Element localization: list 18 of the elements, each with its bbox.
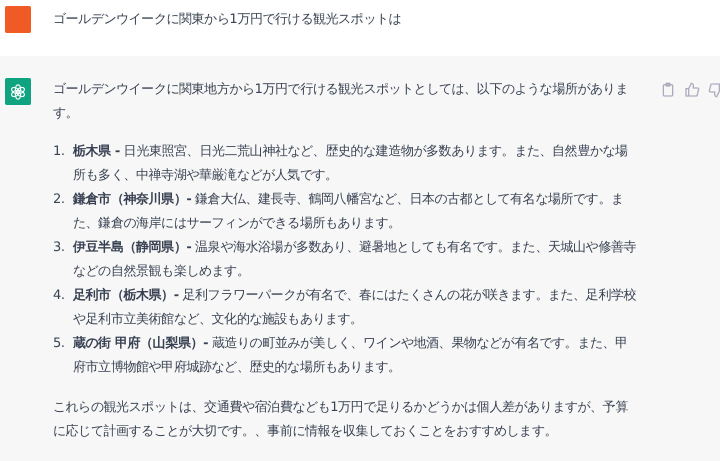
list-number: 3. bbox=[53, 239, 66, 257]
list-number: 5. bbox=[53, 335, 66, 353]
thumbs-down-icon[interactable] bbox=[708, 82, 720, 98]
user-avatar bbox=[5, 6, 31, 33]
list-item-text: 鎌倉市（神奈川県）- 鎌倉大仏、建長寺、鶴岡八幡宮など、日本の古都として有名な場所です。また、鎌倉の海岸にはサーフィンができる場所もあります。 bbox=[73, 190, 625, 233]
list-item-text: 蔵の街 甲府（山梨県）- 蔵造りの町並みが美しく、ワインや地酒、果物などが有名です。また、甲府市立博物館や甲府城跡など、歴史的な場所もあります。 bbox=[73, 334, 629, 377]
list-item-text: 伊豆半島（静岡県）- 温泉や海水浴場が多数あり、避暑地としても有名です。また、天城山や修善寺などの自然景観も楽しめます。 bbox=[73, 239, 638, 281]
list-item-text: 足利市（栃木県）- 足利フラワーパークが有名で、春にはたくさんの花が咲きます。また、足利学校や足利市立美術館など、文化的な施設もあります。 bbox=[73, 286, 638, 329]
knot-logo-icon bbox=[9, 82, 27, 100]
list-item-text: 栃木県 - 日光東照宮、日光二荒山神社など、歴史的な建造物が多数あります。また、自然豊かな場所も多く、中禅寺湖や華厳滝などが人気です。 bbox=[73, 143, 629, 185]
thumbs-up-icon[interactable] bbox=[684, 82, 700, 98]
list-number: 2. bbox=[53, 191, 66, 209]
intro-paragraph: ゴールデンウイークに関東地方から1万円で行ける観光スポットとしては、以下のような場所があります。 bbox=[53, 81, 629, 123]
list-number: 1. bbox=[53, 143, 66, 161]
list-number: 4. bbox=[53, 287, 66, 305]
user-message: ゴールデンウイークに関東から1万円で行ける観光スポットは bbox=[53, 11, 402, 29]
closing-paragraph: これらの観光スポットは、交通費や宿泊費なども1万円で足りるかどうかは個人差がありますが、予算に応じて計画することが大切です。、事前に情報を収集しておくことをおすすめします。 bbox=[53, 399, 629, 441]
clipboard-icon[interactable] bbox=[660, 82, 676, 98]
